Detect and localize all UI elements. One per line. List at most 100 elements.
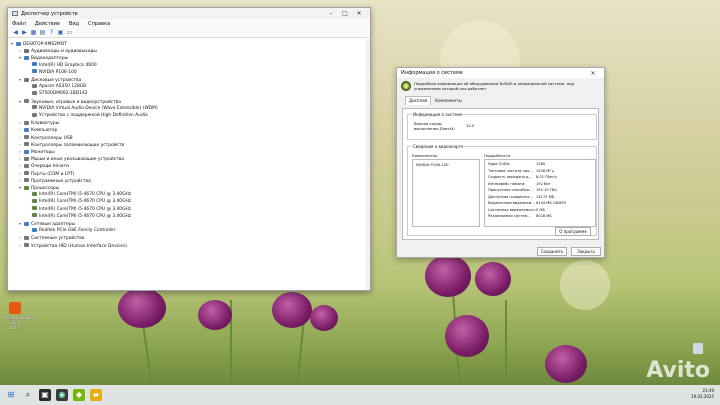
menu-file[interactable]: Файл xyxy=(12,21,26,27)
about-button[interactable]: О программе xyxy=(555,227,591,236)
tree-item[interactable]: › Порты (COM и LPT) xyxy=(19,170,74,177)
scan-hardware-icon[interactable]: ▭ xyxy=(66,29,73,36)
tab-panel: Информация о системе Версия среды выполн… xyxy=(402,108,599,240)
details-column-header: Подробности xyxy=(484,153,511,158)
network-icon xyxy=(24,221,29,226)
device-manager-titlebar[interactable]: Диспетчер устройств – □ ✕ xyxy=(8,8,370,19)
save-button[interactable]: Сохранить xyxy=(537,247,567,256)
tree-item[interactable]: Устройство с поддержкой High Definition … xyxy=(27,112,148,119)
tab-display[interactable]: Дисплей xyxy=(405,96,432,105)
help-icon[interactable]: ? xyxy=(48,29,55,36)
storage-icon xyxy=(24,142,29,147)
nvidia-app-icon[interactable]: ◆ xyxy=(73,389,85,401)
directx-version-value: 12.0 xyxy=(466,123,475,128)
disk-icon xyxy=(32,90,37,95)
recycle-bin[interactable] xyxy=(690,343,706,354)
tree-item[interactable]: › Программные устройства xyxy=(19,177,91,184)
tree-item-label: Realtek PCIe GbE Family Controller xyxy=(39,228,116,234)
desktop-shortcut-label: Всплывающие Grind Ste... xyxy=(4,315,35,330)
system-clock[interactable]: 23:49 19.02.2025 xyxy=(691,388,714,400)
tree-view-icon[interactable]: ▤ xyxy=(39,29,46,36)
tree-item[interactable]: › Контроллеры USB xyxy=(19,134,73,141)
graphics-card-group: Сведения о видеокарте Компоненты Подробн… xyxy=(407,144,597,236)
start-icon[interactable]: ⊞ xyxy=(5,389,17,401)
tree-item[interactable]: NVIDIA Virtual Audio Device (Wave Extens… xyxy=(27,105,158,112)
dialog-title: Информация о системе xyxy=(401,70,463,76)
property-name: Ядра CUDA: xyxy=(488,162,511,166)
tree-item[interactable]: Intel(R) Core(TM) i5-4670 CPU @ 3.40GHz xyxy=(27,206,131,213)
tree-item[interactable]: › Контроллеры запоминающих устройств xyxy=(19,141,124,148)
tree-item[interactable]: › Клавиатуры xyxy=(19,119,59,126)
task-view-icon[interactable]: ▣ xyxy=(39,389,51,401)
hid-icon xyxy=(24,243,29,248)
tab-components[interactable]: Компоненты xyxy=(431,96,466,105)
tree-item[interactable]: Intel(R) Core(TM) i5-4670 CPU @ 3.40GHz xyxy=(27,191,131,198)
sound-icon xyxy=(32,105,37,110)
tree-item[interactable]: ▾ Видеоадаптеры xyxy=(19,54,68,61)
close-icon[interactable]: ✕ xyxy=(352,10,366,17)
tree-item[interactable]: NVIDIA P106-100 xyxy=(27,69,77,76)
system-info-dialog[interactable]: Информация о системе ✕ Подробная информа… xyxy=(396,67,605,258)
dialog-titlebar[interactable]: Информация о системе ✕ xyxy=(397,68,604,78)
desktop-shortcut[interactable]: Всплывающие Grind Ste... xyxy=(4,302,34,330)
tree-item[interactable]: Intel(R) Core(TM) i5-4670 CPU @ 3.40GHz xyxy=(27,213,131,220)
tree-item[interactable]: ▾ Дисковые устройства xyxy=(19,76,81,83)
tree-item[interactable]: › Мыши и иные указывающие устройства xyxy=(19,155,124,162)
minimize-icon[interactable]: – xyxy=(324,10,338,17)
update-driver-icon[interactable]: ▣ xyxy=(57,29,64,36)
monitor-icon xyxy=(24,149,29,154)
back-icon[interactable]: ◀ xyxy=(12,29,19,36)
mouse-icon xyxy=(24,156,29,161)
graphics-card-group-title: Сведения о видеокарте xyxy=(412,144,465,149)
tree-item[interactable]: ▾ Процессоры xyxy=(19,184,59,191)
tree-item[interactable]: Apacer AS350 128GB xyxy=(27,83,86,90)
search-icon[interactable]: ⌕ xyxy=(22,389,34,401)
property-name: Интерфейс памяти: xyxy=(488,181,526,186)
printer-icon xyxy=(24,163,29,168)
tree-item[interactable]: ▾ DESKTOP-XM62MOT xyxy=(11,40,67,47)
property-value: 6144 МБ GDDR5 xyxy=(536,201,567,205)
tree-item[interactable]: ST500DM002-1BD142 xyxy=(27,90,88,97)
steam-icon[interactable]: ◉ xyxy=(56,389,68,401)
tree-item[interactable]: › Устройства HID (Human Interface Devices… xyxy=(19,242,127,249)
menu-help[interactable]: Справка xyxy=(88,21,110,27)
property-name: Доступная графическ... xyxy=(488,194,534,199)
directx-version-label: Версия среды выполнения DirectX: xyxy=(414,121,455,131)
dialog-tabs: Дисплей Компоненты xyxy=(397,96,604,105)
sound-icon xyxy=(24,99,29,104)
tree-item[interactable]: › Очереди печати xyxy=(19,162,69,169)
device-manager-window[interactable]: Диспетчер устройств – □ ✕ Файл Действие … xyxy=(7,7,371,291)
device-tree[interactable]: ▾ DESKTOP-XM62MOT › Аудиовходы и аудиовыход… xyxy=(8,39,370,290)
tree-item[interactable]: Intel(R) HD Graphics 4600 xyxy=(27,62,97,69)
details-list[interactable]: Ядра CUDA: 1280 Тактовая частота про... 150… xyxy=(484,159,596,227)
system-info-group-title: Информация о системе xyxy=(412,112,464,117)
file-explorer-icon[interactable]: ▰ xyxy=(90,389,102,401)
component-item[interactable]: NVIDIA P106-100 xyxy=(416,162,449,167)
dialog-close-icon[interactable]: ✕ xyxy=(586,70,600,77)
taskbar: ⊞ ⌕ ▣ ◉ ◆ ▰ 23:49 19.02.2025 xyxy=(0,385,720,405)
cpu-icon xyxy=(24,185,29,190)
recycle-bin-icon xyxy=(693,343,703,354)
app-shortcut-icon xyxy=(9,302,21,314)
property-value: 8028 МБ xyxy=(536,214,552,218)
tree-item[interactable]: Intel(R) Core(TM) i5-4670 CPU @ 3.40GHz xyxy=(27,198,131,205)
tree-item[interactable]: Realtek PCIe GbE Family Controller xyxy=(27,227,115,234)
tree-item[interactable]: ▾ Звуковые, игровые и видеоустройства xyxy=(19,98,121,105)
tree-item[interactable]: ▾ Сетевые адаптеры xyxy=(19,220,75,227)
tree-item[interactable]: › Системные устройства xyxy=(19,234,85,241)
tree-item[interactable]: › Компьютер xyxy=(19,126,57,133)
display-adapter-icon xyxy=(32,62,37,67)
property-name: Разделяемая систем... xyxy=(488,214,531,218)
property-name: Пропускная способно... xyxy=(488,188,533,192)
properties-icon[interactable]: ▦ xyxy=(30,29,37,36)
menu-view[interactable]: Вид xyxy=(69,21,79,27)
close-button[interactable]: Закрыть xyxy=(571,247,601,256)
components-list[interactable]: NVIDIA P106-100 xyxy=(412,159,480,227)
forward-icon[interactable]: ▶ xyxy=(21,29,28,36)
tree-item[interactable]: › Мониторы xyxy=(19,148,55,155)
menu-action[interactable]: Действие xyxy=(35,21,60,27)
maximize-icon[interactable]: □ xyxy=(338,10,352,17)
tree-item-label: Intel(R) Core(TM) i5-4670 CPU @ 3.40GHz xyxy=(39,199,132,205)
vertical-scrollbar[interactable] xyxy=(366,39,370,290)
tree-item[interactable]: › Аудиовходы и аудиовыходы xyxy=(19,47,97,54)
